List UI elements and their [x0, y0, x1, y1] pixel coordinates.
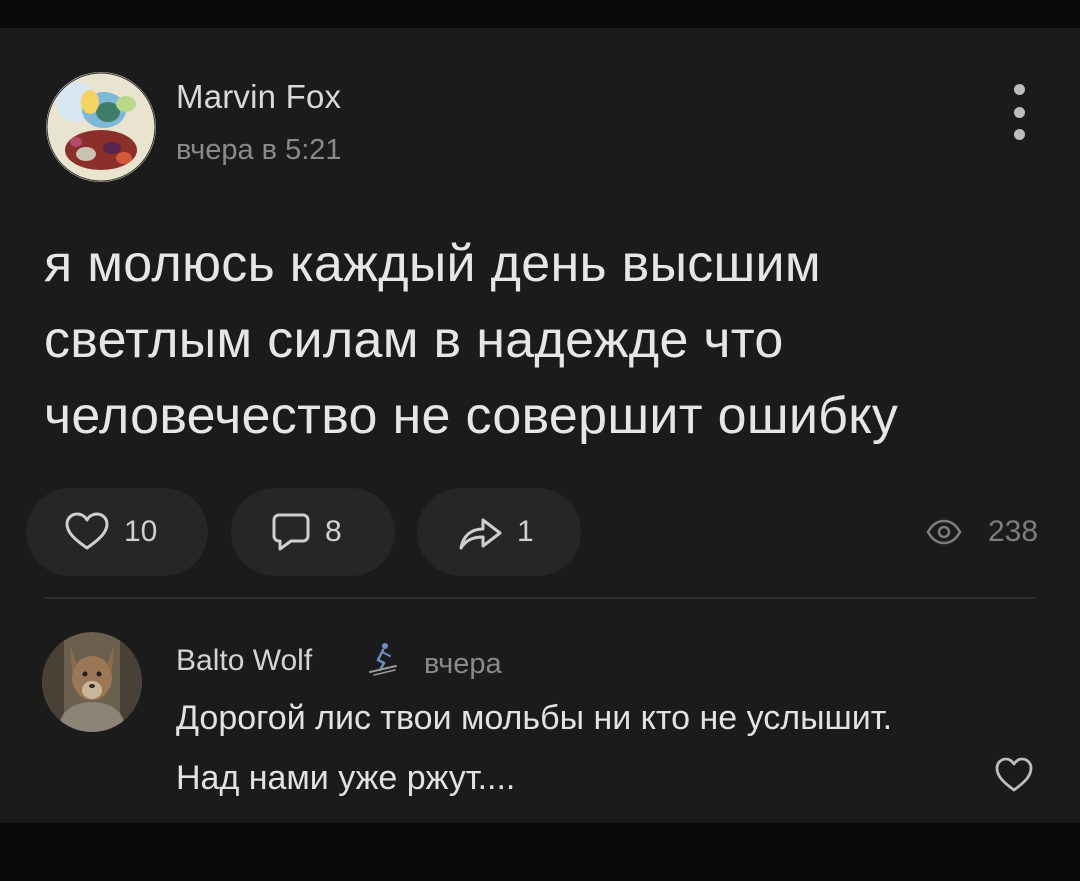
- heart-outline-icon[interactable]: [994, 756, 1034, 796]
- like-count: 10: [124, 515, 158, 548]
- avatar-image: [42, 632, 142, 732]
- post-timestamp: вчера в 5:21: [176, 134, 342, 166]
- divider: [44, 597, 1036, 599]
- comment-count: 8: [325, 515, 342, 548]
- avatar-image: [46, 72, 156, 182]
- menu-dot: [1013, 129, 1025, 140]
- top-band: [0, 0, 1080, 28]
- more-vertical-icon[interactable]: [1004, 84, 1034, 140]
- post-author-name[interactable]: Marvin Fox: [176, 78, 341, 116]
- comment-author-name[interactable]: Balto Wolf: [176, 644, 312, 678]
- commenter-avatar[interactable]: [42, 632, 142, 732]
- comment-bubble-icon: [271, 512, 311, 552]
- menu-dot: [1013, 84, 1025, 95]
- heart-outline-icon: [64, 512, 110, 552]
- skier-icon: [368, 642, 398, 676]
- eye-icon: [926, 519, 962, 545]
- like-button[interactable]: 10: [26, 488, 208, 576]
- views-counter: 238: [926, 510, 1038, 554]
- comment-body-text: Дорогой лис твои мольбы ни кто не услыши…: [176, 699, 893, 797]
- share-count: 1: [517, 515, 534, 548]
- menu-dot: [1013, 106, 1025, 118]
- bottom-band: [0, 823, 1080, 881]
- comment-timestamp: вчера: [424, 648, 502, 680]
- views-count: 238: [988, 515, 1039, 548]
- author-avatar[interactable]: [46, 72, 156, 182]
- post-card: Marvin Fox вчера в 5:21 я молюсь каждый …: [0, 28, 1080, 823]
- share-arrow-icon: [457, 512, 503, 552]
- share-button[interactable]: 1: [417, 488, 581, 576]
- comment-button[interactable]: 8: [231, 488, 395, 576]
- post-body-text: я молюсь каждый день высшим светлым сила…: [44, 235, 899, 445]
